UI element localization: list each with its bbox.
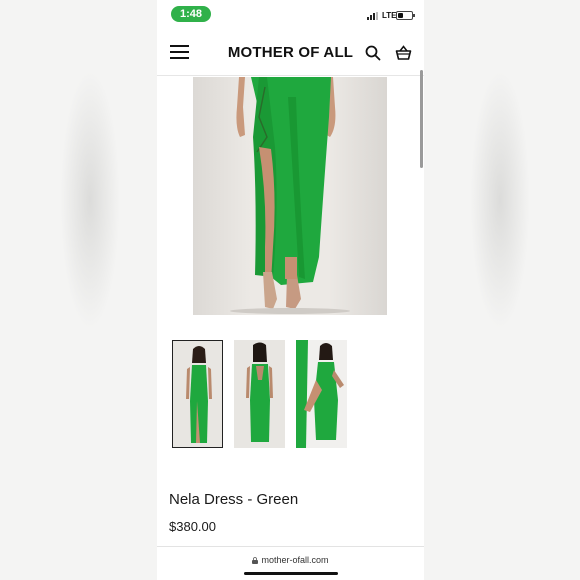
lock-icon bbox=[252, 557, 259, 564]
url-text: mother-ofall.com bbox=[261, 555, 329, 565]
signal-icon bbox=[367, 12, 379, 20]
url-display[interactable]: mother-ofall.com bbox=[157, 555, 424, 565]
network-label: LTE bbox=[382, 11, 397, 20]
dress-back-thumbnail bbox=[246, 342, 273, 442]
product-price: $380.00 bbox=[169, 519, 216, 534]
dress-side-thumbnail bbox=[296, 340, 347, 448]
cart-icon[interactable] bbox=[395, 44, 412, 61]
status-bar: 1:48 LTE bbox=[157, 0, 424, 30]
phone-screen: 1:48 LTE MOTHER OF ALL Nela Dress - Gree… bbox=[157, 0, 424, 580]
status-time: 1:48 bbox=[171, 6, 211, 22]
browser-url-bar[interactable]: mother-ofall.com bbox=[157, 546, 424, 580]
product-main-image[interactable] bbox=[193, 77, 387, 315]
thumbnail-side[interactable] bbox=[296, 340, 347, 448]
dress-front-thumbnail bbox=[186, 346, 212, 443]
thumbnail-back[interactable] bbox=[234, 340, 285, 448]
green-dress-main-photo bbox=[230, 77, 350, 314]
battery-icon bbox=[396, 11, 415, 20]
search-icon[interactable] bbox=[365, 45, 381, 61]
blurred-background-left bbox=[0, 0, 157, 580]
product-title: Nela Dress - Green bbox=[169, 491, 299, 508]
thumbnail-front[interactable] bbox=[172, 340, 223, 448]
scrollbar[interactable] bbox=[420, 70, 423, 168]
site-header: MOTHER OF ALL bbox=[157, 30, 424, 76]
brand-logo[interactable]: MOTHER OF ALL bbox=[157, 44, 424, 61]
blurred-background-right bbox=[424, 0, 580, 580]
home-indicator[interactable] bbox=[244, 572, 338, 575]
